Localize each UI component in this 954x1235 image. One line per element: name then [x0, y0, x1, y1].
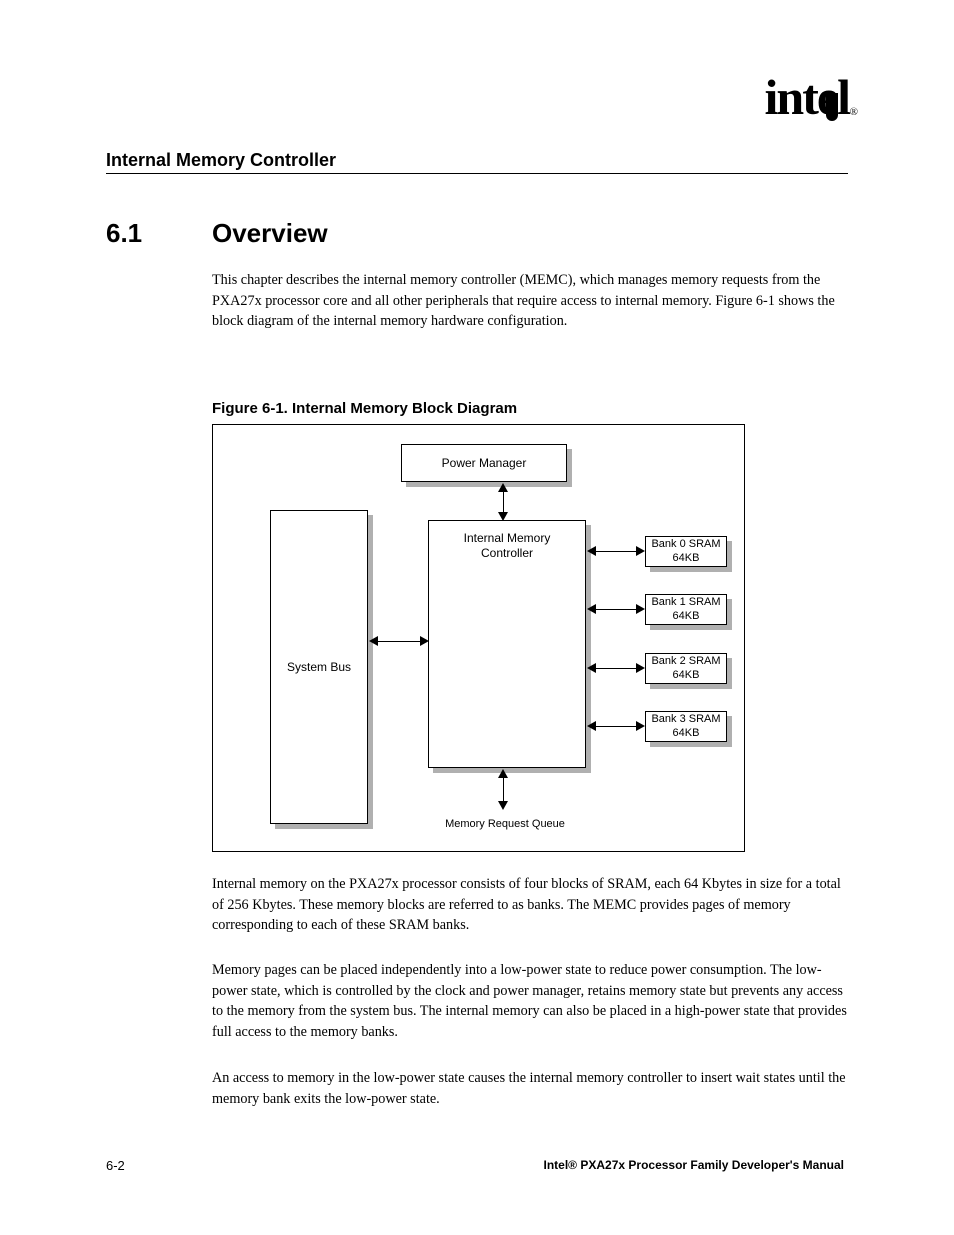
arrowhead-left-icon [587, 663, 596, 673]
paragraph-4: An access to memory in the low-power sta… [212, 1068, 848, 1109]
arrow-line [375, 641, 423, 642]
arrowhead-up-icon [498, 483, 508, 492]
box-label: Internal Memory Controller [437, 531, 577, 561]
box-label: Bank 2 SRAM 64KB [646, 655, 726, 681]
arrow-line [593, 551, 639, 552]
box-bank-3: Bank 3 SRAM 64KB [645, 711, 727, 742]
box-label: System Bus [287, 660, 351, 674]
box-bank-2: Bank 2 SRAM 64KB [645, 653, 727, 684]
arrowhead-left-icon [369, 636, 378, 646]
box-label: Bank 3 SRAM 64KB [646, 713, 726, 739]
arrowhead-down-icon [498, 512, 508, 521]
logo-text-l: l [837, 69, 849, 125]
box-bank-0: Bank 0 SRAM 64KB [645, 536, 727, 567]
footer-title: Intel® PXA27x Processor Family Developer… [544, 1158, 844, 1172]
label-memory-request-queue: Memory Request Queue [435, 809, 575, 841]
arrow-line [593, 609, 639, 610]
header-rule [106, 173, 848, 174]
box-label: Bank 1 SRAM 64KB [646, 596, 726, 622]
arrowhead-left-icon [587, 546, 596, 556]
paragraph-3: Memory pages can be placed independently… [212, 960, 848, 1042]
box-label: Power Manager [442, 456, 527, 470]
box-label: Memory Request Queue [445, 818, 565, 831]
arrowhead-right-icon [636, 721, 645, 731]
intel-logo: intel [765, 72, 849, 122]
logo-text-e: e [817, 72, 837, 122]
arrowhead-right-icon [636, 546, 645, 556]
arrow-line [593, 726, 639, 727]
box-power-manager: Power Manager [401, 444, 567, 482]
box-internal-memory-controller: Internal Memory Controller [428, 520, 586, 768]
section-number: 6.1 [106, 218, 142, 249]
figure-caption: Figure 6-1. Internal Memory Block Diagra… [212, 400, 517, 417]
page-number: 6-2 [106, 1158, 125, 1173]
arrowhead-up-icon [498, 769, 508, 778]
logo-text-int: int [765, 69, 817, 125]
section-title: Overview [212, 218, 328, 249]
arrowhead-right-icon [636, 663, 645, 673]
block-diagram: Power Manager System Bus Internal Memory… [212, 424, 745, 852]
logo-drop-icon [826, 93, 839, 121]
arrowhead-left-icon [587, 604, 596, 614]
arrowhead-left-icon [587, 721, 596, 731]
running-head: Internal Memory Controller [106, 150, 336, 171]
arrow-line [593, 668, 639, 669]
page: intel ® Internal Memory Controller 6.1 O… [0, 0, 954, 1235]
box-label: Bank 0 SRAM 64KB [646, 538, 726, 564]
arrowhead-right-icon [636, 604, 645, 614]
box-system-bus: System Bus [270, 510, 368, 824]
paragraph-2: Internal memory on the PXA27x processor … [212, 874, 848, 936]
box-bank-1: Bank 1 SRAM 64KB [645, 594, 727, 625]
arrowhead-right-icon [420, 636, 429, 646]
paragraph-1: This chapter describes the internal memo… [212, 270, 848, 332]
registered-mark: ® [850, 106, 858, 118]
